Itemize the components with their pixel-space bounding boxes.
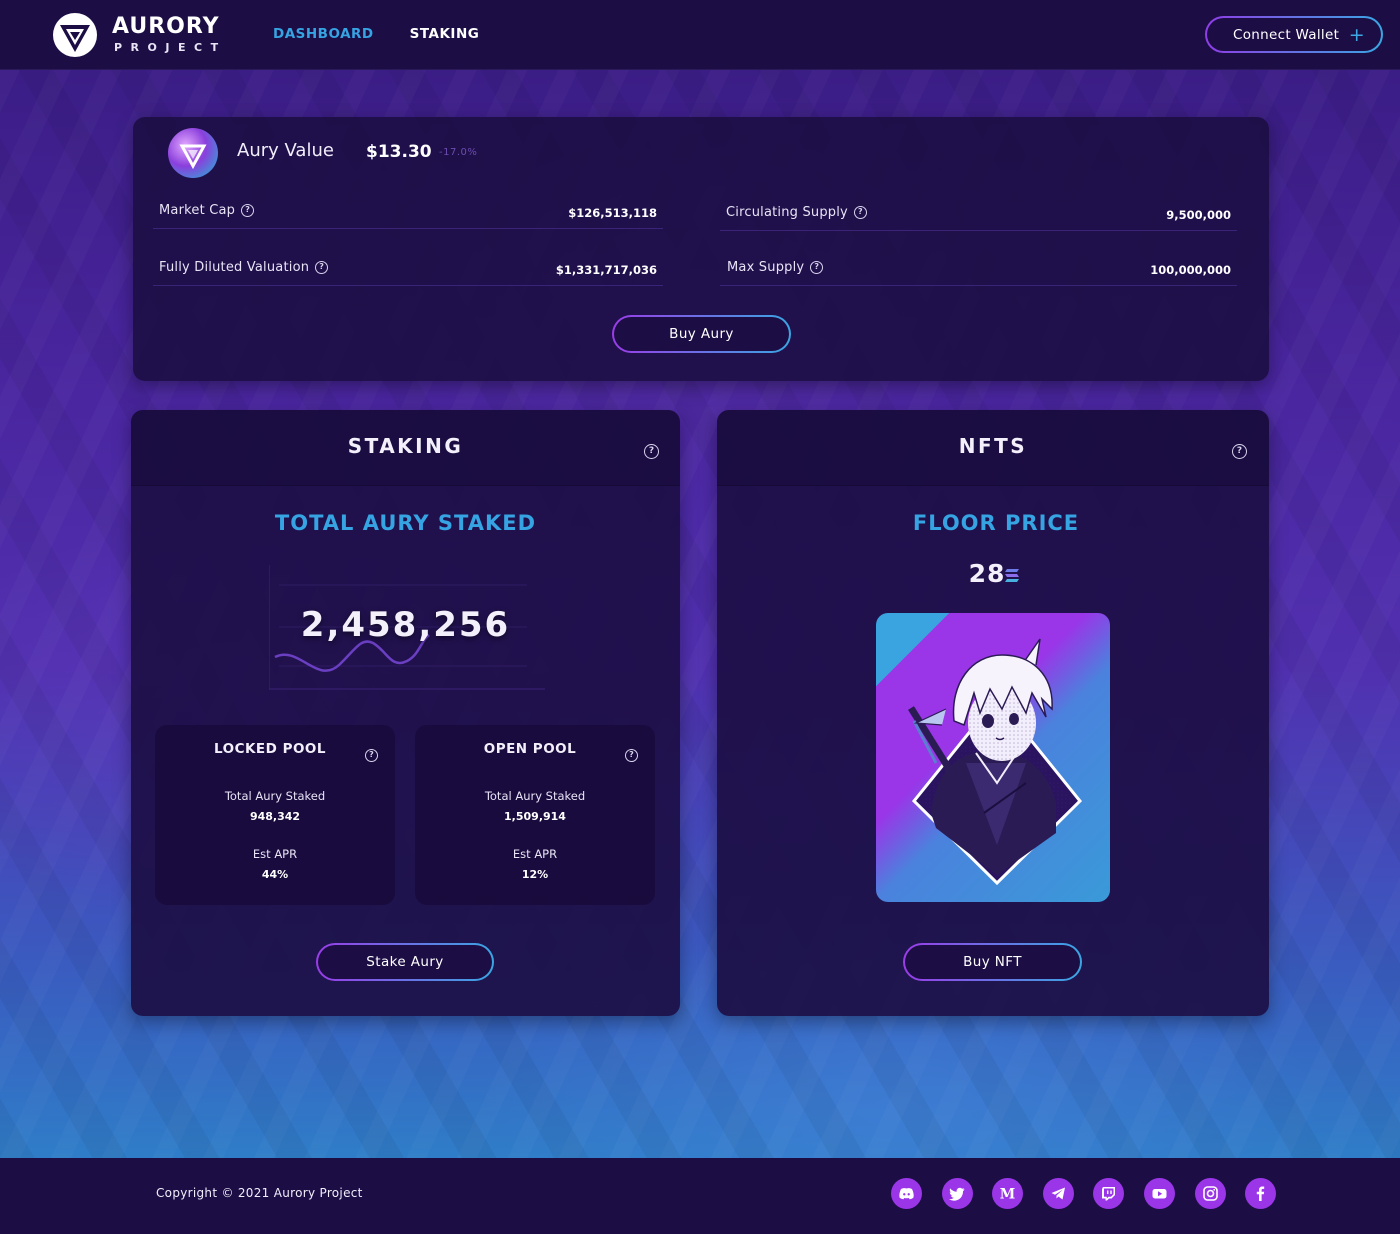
help-icon[interactable]: ? [853, 206, 867, 219]
locked-pool-apr-value: 44% [261, 868, 289, 881]
nfts-title: NFTS [958, 434, 1028, 458]
aury-value-card: Aury Value $13.30 -17.0% Market Cap ? $1… [133, 117, 1269, 381]
aurory-logo-icon [53, 13, 97, 57]
open-pool-apr-value: 12% [521, 868, 549, 881]
stat-value: $1,331,717,036 [555, 263, 657, 277]
staking-card-header: STAKING ? [131, 410, 680, 486]
buy-aury-button[interactable]: Buy Aury [612, 315, 791, 353]
twitch-icon[interactable] [1093, 1178, 1125, 1209]
stat-value: 100,000,000 [1150, 263, 1231, 277]
stake-aury-button[interactable]: Stake Aury [316, 943, 494, 981]
stat-value: $126,513,118 [568, 206, 657, 220]
locked-pool-title: LOCKED POOL [213, 741, 327, 757]
help-icon[interactable]: ? [810, 261, 824, 274]
help-icon[interactable]: ? [365, 749, 378, 762]
copyright-text: Copyright © 2021 Aurory Project [156, 1186, 363, 1200]
instagram-icon[interactable] [1194, 1178, 1226, 1209]
locked-pool-apr-label: Est APR [252, 847, 298, 861]
stat-label: Market Cap [159, 203, 236, 218]
telegram-icon[interactable] [1042, 1178, 1074, 1209]
open-pool-apr-label: Est APR [512, 847, 558, 861]
connect-wallet-button[interactable]: Connect Wallet + [1205, 16, 1383, 53]
nfts-card-header: NFTS ? [717, 410, 1269, 486]
nav-staking[interactable]: STAKING [410, 26, 480, 42]
top-header: AURORY PROJECT DASHBOARD STAKING Connect… [0, 0, 1400, 70]
buy-nft-button[interactable]: Buy NFT [903, 943, 1082, 981]
help-icon[interactable]: ? [625, 749, 638, 762]
nav-dashboard[interactable]: DASHBOARD [273, 26, 374, 42]
logo-subtitle: PROJECT [114, 41, 227, 54]
stat-label: Max Supply [727, 260, 805, 275]
stat-label: Fully Diluted Valuation [159, 260, 310, 275]
help-icon[interactable]: ? [644, 444, 659, 459]
open-pool-staked-label: Total Aury Staked [484, 789, 586, 803]
staking-title: STAKING [347, 434, 464, 458]
locked-pool-staked-value: 948,342 [249, 810, 301, 823]
plus-icon: + [1348, 24, 1365, 46]
aury-price-change: -17.0% [439, 147, 478, 158]
floor-price-title: FLOOR PRICE [912, 511, 1080, 535]
youtube-icon[interactable] [1143, 1178, 1175, 1209]
help-icon[interactable]: ? [315, 261, 329, 274]
total-staked-title: TOTAL AURY STAKED [274, 511, 537, 535]
stat-fully-diluted-valuation: Fully Diluted Valuation ? $1,331,717,036 [153, 250, 663, 286]
discord-icon[interactable] [891, 1178, 922, 1209]
open-pool-staked-value: 1,509,914 [504, 810, 566, 823]
open-pool-panel: OPEN POOL ? Total Aury Staked 1,509,914 … [415, 725, 655, 905]
help-icon[interactable]: ? [1232, 444, 1247, 459]
staking-card: STAKING ? TOTAL AURY STAKED 2,458,256 LO… [131, 410, 680, 1016]
open-pool-title: OPEN POOL [483, 741, 577, 757]
medium-icon[interactable]: M [992, 1178, 1024, 1209]
aurory-logo[interactable]: AURORY PROJECT [52, 12, 222, 60]
locked-pool-panel: LOCKED POOL ? Total Aury Staked 948,342 … [155, 725, 395, 905]
aury-token-icon [168, 128, 218, 178]
svg-text:M: M [1000, 1187, 1016, 1203]
nfts-card: NFTS ? FLOOR PRICE 28 Buy NFT [717, 410, 1269, 1016]
connect-wallet-label: Connect Wallet [1233, 26, 1340, 43]
nft-artwork-image[interactable] [876, 613, 1110, 902]
solana-icon [1005, 569, 1019, 582]
stat-circulating-supply: Circulating Supply ? 9,500,000 [720, 195, 1237, 231]
stat-market-cap: Market Cap ? $126,513,118 [153, 193, 663, 229]
twitter-icon[interactable] [941, 1178, 973, 1209]
logo-wordmark: AURORY [112, 14, 220, 39]
locked-pool-staked-label: Total Aury Staked [224, 789, 326, 803]
aury-value-label: Aury Value [237, 140, 334, 161]
social-links: M [891, 1178, 1277, 1209]
facebook-icon[interactable] [1245, 1178, 1277, 1209]
stat-value: 9,500,000 [1166, 208, 1231, 222]
stat-max-supply: Max Supply ? 100,000,000 [720, 250, 1237, 286]
footer: Copyright © 2021 Aurory Project M [0, 1158, 1400, 1234]
total-staked-value: 2,458,256 [300, 605, 511, 645]
help-icon[interactable]: ? [241, 204, 255, 217]
floor-price-value: 28 [968, 559, 1006, 588]
main-nav: DASHBOARD STAKING [273, 26, 479, 42]
stat-label: Circulating Supply [726, 205, 848, 220]
aury-price: $13.30 [366, 142, 432, 162]
